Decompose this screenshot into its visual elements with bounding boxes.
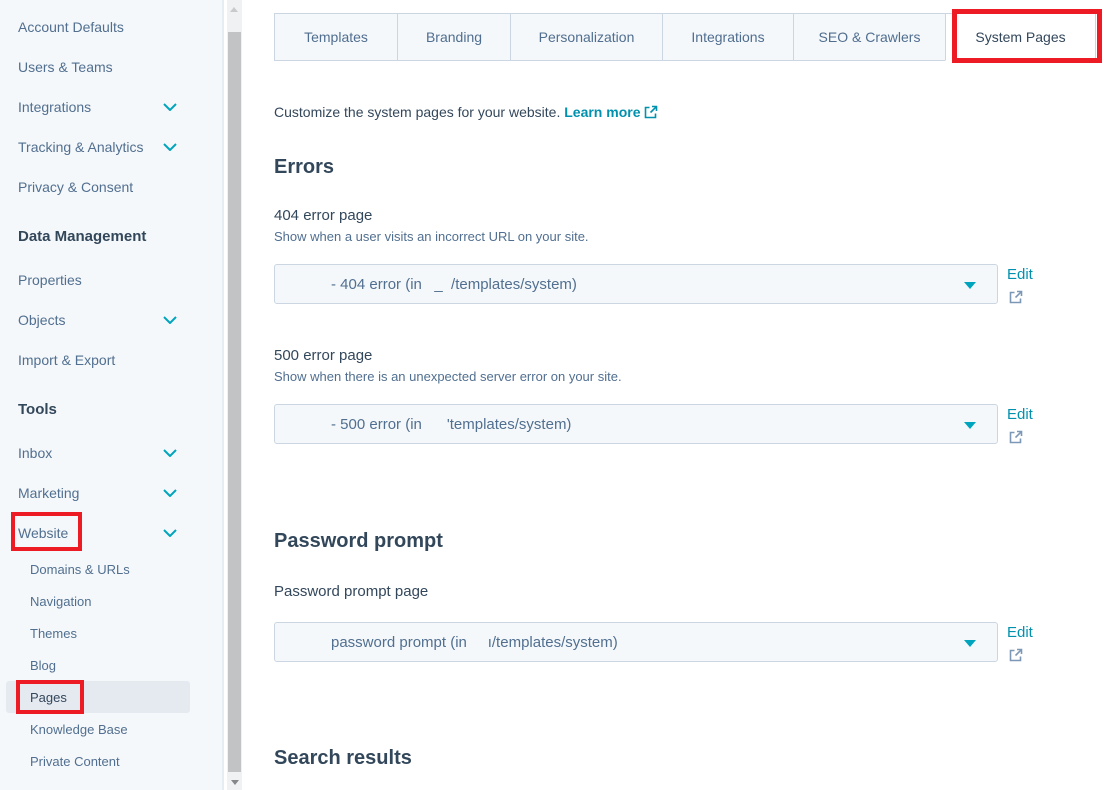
sidebar-item-label: Privacy & Consent (18, 179, 133, 195)
sidebar-item-navigation[interactable]: Navigation (6, 585, 190, 617)
sidebar-item-marketing[interactable]: Marketing (0, 473, 222, 513)
sidebar-item-properties[interactable]: Properties (0, 260, 222, 300)
field-label-password-prompt: Password prompt page (274, 583, 1117, 601)
section-title-search-results: Search results (274, 745, 1117, 771)
chevron-down-icon (163, 489, 177, 497)
settings-sidebar: Account Defaults Users & Teams Integrati… (0, 0, 224, 790)
tab-personalization[interactable]: Personalization (510, 13, 663, 61)
tab-label: SEO & Crawlers (819, 29, 921, 45)
password-edit-column: Edit (1007, 622, 1033, 667)
404-page-select[interactable]: - 404 error (in _ /templates/system) (274, 264, 998, 304)
tab-system-pages[interactable]: System Pages (945, 13, 1096, 61)
tab-label: Personalization (539, 29, 635, 45)
500-page-select[interactable]: - 500 error (in 'templates/system) (274, 404, 998, 444)
tab-branding[interactable]: Branding (397, 13, 511, 61)
404-edit-link[interactable]: Edit (1007, 266, 1033, 284)
sidebar-item-tracking-analytics[interactable]: Tracking & Analytics (0, 127, 222, 167)
500-edit-link[interactable]: Edit (1007, 406, 1033, 424)
sidebar-item-label: Marketing (18, 485, 79, 501)
tab-label: Integrations (691, 29, 764, 45)
caret-down-icon (964, 282, 976, 289)
field-desc-404: Show when a user visits an incorrect URL… (274, 229, 1117, 245)
tab-integrations[interactable]: Integrations (662, 13, 794, 61)
scrollbar-up-arrow-icon[interactable] (230, 7, 238, 12)
sidebar-header-tools: Tools (0, 389, 222, 429)
external-link-icon[interactable] (1009, 648, 1023, 667)
intro-sentence: Customize the system pages for your webs… (274, 104, 560, 120)
sidebar-item-label: Users & Teams (18, 59, 113, 75)
tab-label: System Pages (975, 29, 1065, 45)
caret-down-icon (964, 422, 976, 429)
password-edit-link[interactable]: Edit (1007, 624, 1033, 642)
sidebar-header-label: Tools (18, 401, 57, 418)
sidebar-item-label: Website (18, 525, 68, 541)
field-label-404: 404 error page (274, 207, 1117, 225)
sidebar-item-label: Account Defaults (18, 19, 124, 35)
404-page-select-value: - 404 error (in _ /templates/system) (331, 276, 577, 293)
sidebar-item-themes[interactable]: Themes (6, 617, 190, 649)
section-title-errors: Errors (274, 154, 1117, 180)
sidebar-item-domains-urls[interactable]: Domains & URLs (6, 553, 190, 585)
sidebar-item-inbox[interactable]: Inbox (0, 433, 222, 473)
sidebar-item-label: Import & Export (18, 352, 115, 368)
sidebar-item-objects[interactable]: Objects (0, 300, 222, 340)
password-prompt-select[interactable]: password prompt (in ı/templates/system) (274, 622, 998, 662)
tab-label: Templates (304, 29, 368, 45)
sidebar-subitem-label: Pages (30, 690, 67, 705)
field-desc-500: Show when there is an unexpected server … (274, 369, 1117, 385)
sidebar-item-private-content[interactable]: Private Content (6, 745, 190, 777)
sidebar-item-website[interactable]: Website (0, 513, 222, 553)
scrollbar-down-arrow-icon[interactable] (231, 780, 239, 785)
sidebar-item-integrations[interactable]: Integrations (0, 87, 222, 127)
sidebar-subitem-label: Navigation (30, 594, 91, 609)
sidebar-item-import-export[interactable]: Import & Export (0, 340, 222, 380)
sidebar-subitem-label: Themes (30, 626, 77, 641)
sidebar-subitem-label: Knowledge Base (30, 722, 128, 737)
sidebar-item-label: Properties (18, 272, 82, 288)
field-row-password-prompt: password prompt (in ı/templates/system) … (274, 622, 1117, 667)
chevron-down-icon (163, 103, 177, 111)
chevron-down-icon (163, 449, 177, 457)
sidebar-header-label: Data Management (18, 228, 146, 245)
tab-label: Branding (426, 29, 482, 45)
404-edit-column: Edit (1007, 264, 1033, 309)
sidebar-item-privacy-consent[interactable]: Privacy & Consent (0, 167, 222, 207)
chevron-down-icon (163, 143, 177, 151)
section-title-password-prompt: Password prompt (274, 528, 1117, 554)
external-link-icon[interactable] (1009, 430, 1023, 449)
sidebar-item-label: Tracking & Analytics (18, 139, 144, 155)
settings-page: Account Defaults Users & Teams Integrati… (0, 0, 1117, 790)
caret-down-icon (964, 640, 976, 647)
sidebar-item-users-teams[interactable]: Users & Teams (0, 47, 222, 87)
sidebar-item-account-defaults[interactable]: Account Defaults (0, 7, 222, 47)
sidebar-scrollbar[interactable] (227, 0, 242, 790)
learn-more-link[interactable]: Learn more (564, 104, 640, 120)
external-link-icon[interactable] (1009, 290, 1023, 309)
sidebar-item-blog[interactable]: Blog (6, 649, 190, 681)
field-row-404: - 404 error (in _ /templates/system) Edi… (274, 264, 1117, 309)
field-row-500: - 500 error (in 'templates/system) Edit (274, 404, 1117, 449)
intro-text: Customize the system pages for your webs… (274, 102, 1117, 124)
main-content: Templates Branding Personalization Integ… (242, 0, 1117, 790)
sidebar-subitem-label: Private Content (30, 754, 120, 769)
sidebar-item-label: Inbox (18, 445, 52, 461)
password-prompt-select-value: password prompt (in ı/templates/system) (331, 634, 618, 651)
external-link-icon (644, 104, 658, 124)
field-label-500: 500 error page (274, 347, 1117, 365)
sidebar-subitem-label: Domains & URLs (30, 562, 130, 577)
tab-bar: Templates Branding Personalization Integ… (274, 13, 1117, 61)
500-edit-column: Edit (1007, 404, 1033, 449)
sidebar-header-data-management: Data Management (0, 216, 222, 256)
chevron-down-icon (163, 529, 177, 537)
sidebar-subitem-label: Blog (30, 658, 56, 673)
sidebar-item-pages[interactable]: Pages (6, 681, 190, 713)
tab-seo-crawlers[interactable]: SEO & Crawlers (793, 13, 946, 61)
scrollbar-thumb[interactable] (228, 32, 241, 772)
sidebar-item-label: Integrations (18, 99, 91, 115)
chevron-down-icon (163, 316, 177, 324)
tab-templates[interactable]: Templates (274, 13, 398, 61)
sidebar-item-knowledge-base[interactable]: Knowledge Base (6, 713, 190, 745)
500-page-select-value: - 500 error (in 'templates/system) (331, 416, 571, 433)
sidebar-item-label: Objects (18, 312, 65, 328)
